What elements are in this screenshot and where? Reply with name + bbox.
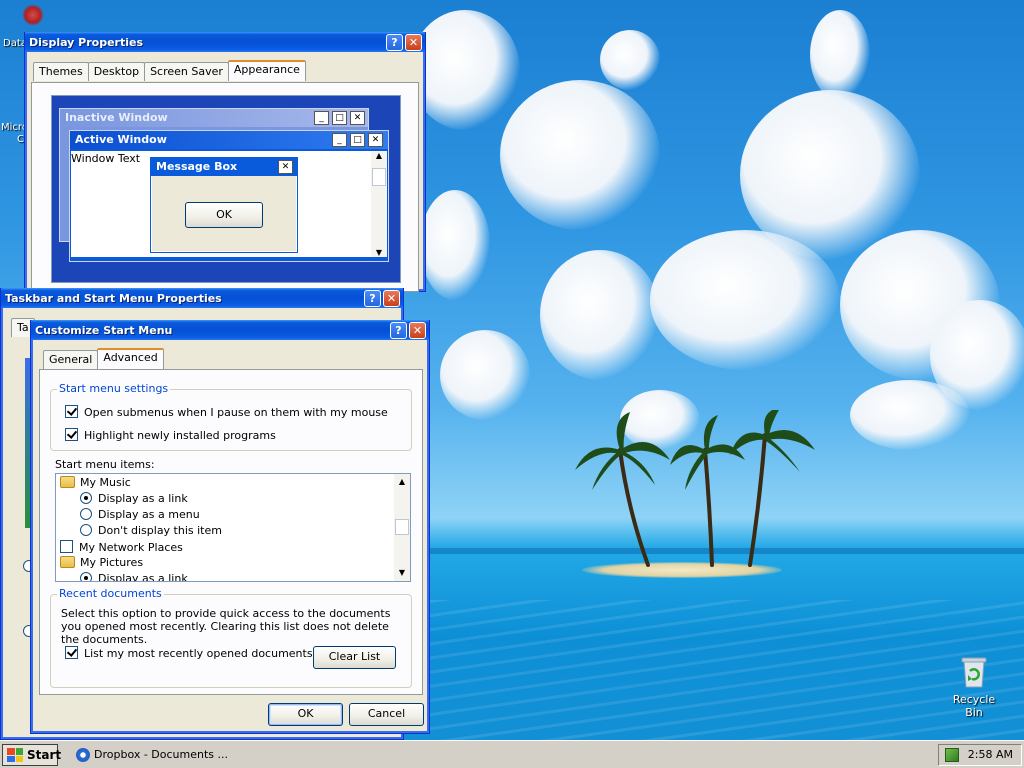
preview-close-icon: ✕: [368, 133, 383, 147]
scroll-down-icon[interactable]: ▼: [394, 565, 410, 581]
recycle-bin-icon: [959, 655, 989, 689]
open-submenus-checkbox[interactable]: [65, 405, 78, 418]
network-icon[interactable]: [945, 748, 959, 762]
start-menu-items-list[interactable]: My Music Display as a link Display as a …: [55, 473, 411, 582]
checkbox[interactable]: [60, 540, 73, 553]
clear-list-button[interactable]: Clear List: [313, 646, 396, 669]
recent-documents-group: Recent documents Select this option to p…: [50, 587, 412, 688]
close-button[interactable]: ✕: [383, 290, 400, 307]
display-properties-titlebar[interactable]: Display Properties ? ✕: [25, 32, 425, 52]
tab-appearance[interactable]: Appearance: [227, 60, 306, 81]
help-button[interactable]: ?: [386, 34, 403, 51]
start-menu-settings-group: Start menu settings Open submenus when I…: [50, 382, 412, 451]
recent-description: Select this option to provide quick acce…: [61, 607, 391, 646]
close-button[interactable]: ✕: [409, 322, 426, 339]
window-title: Taskbar and Start Menu Properties: [5, 291, 222, 305]
preview-ok-button: OK: [185, 202, 263, 228]
scroll-up-icon[interactable]: ▲: [394, 474, 410, 490]
window-title: Customize Start Menu: [35, 323, 173, 337]
tab-screen-saver[interactable]: Screen Saver: [144, 62, 229, 81]
help-button[interactable]: ?: [364, 290, 381, 307]
preview-min-icon: _: [332, 133, 347, 147]
recycle-bin[interactable]: Recycle Bin: [944, 655, 1004, 719]
taskbar: Start Dropbox - Documents ... 2:58 AM: [0, 740, 1024, 768]
start-button[interactable]: Start: [2, 744, 62, 766]
group-legend: Recent documents: [57, 587, 164, 600]
preview-close-icon: ✕: [350, 111, 365, 125]
customize-start-menu-titlebar[interactable]: Customize Start Menu ? ✕: [31, 320, 429, 340]
list-item[interactable]: My Pictures: [60, 556, 143, 569]
list-recent-option[interactable]: List my most recently opened documents: [65, 646, 313, 660]
list-scrollbar[interactable]: ▲ ▼: [394, 474, 410, 581]
list-recent-label: List my most recently opened documents: [84, 647, 313, 660]
preview-close-icon: ✕: [278, 160, 293, 174]
open-submenus-label: Open submenus when I pause on them with …: [84, 406, 388, 419]
appearance-panel: Inactive Window _ □ ✕ Active Window _ □ …: [31, 82, 419, 292]
list-item[interactable]: Don't display this item: [80, 524, 222, 537]
radio-button[interactable]: [80, 508, 92, 520]
help-button[interactable]: ?: [390, 322, 407, 339]
list-item[interactable]: Display as a link: [80, 572, 188, 581]
preview-window-text: Window Text: [71, 152, 141, 165]
clock[interactable]: 2:58 AM: [968, 748, 1013, 761]
list-item[interactable]: My Music: [60, 476, 131, 489]
highlight-new-label: Highlight newly installed programs: [84, 429, 276, 442]
tab-themes[interactable]: Themes: [33, 62, 89, 81]
taskbar-item-dropbox[interactable]: Dropbox - Documents ...: [74, 744, 238, 766]
windows-logo-icon: [7, 748, 23, 762]
close-button[interactable]: ✕: [405, 34, 422, 51]
start-menu-items-label: Start menu items:: [55, 458, 155, 471]
customize-start-menu-window: Customize Start Menu ? ✕ General Advance…: [30, 320, 430, 734]
palm-trees: [575, 410, 815, 567]
advanced-panel: Start menu settings Open submenus when I…: [39, 369, 423, 695]
tab-advanced[interactable]: Advanced: [97, 348, 164, 369]
browser-icon: [76, 748, 90, 762]
appearance-preview: Inactive Window _ □ ✕ Active Window _ □ …: [51, 95, 401, 283]
display-properties-window: Display Properties ? ✕ Themes Desktop Sc…: [24, 32, 426, 292]
preview-max-icon: □: [350, 133, 365, 147]
radio-button[interactable]: [80, 524, 92, 536]
preview-message-box: Message Box ✕ OK: [150, 157, 298, 253]
radio-button[interactable]: [80, 492, 92, 504]
preview-max-icon: □: [332, 111, 347, 125]
highlight-new-checkbox[interactable]: [65, 428, 78, 441]
system-tray: 2:58 AM: [938, 744, 1022, 766]
folder-icon: [60, 476, 75, 488]
preview-active-window: Active Window _ □ ✕ Window Text ▲ ▼ Mess…: [69, 130, 389, 262]
list-item[interactable]: My Network Places: [60, 540, 183, 554]
tab-desktop[interactable]: Desktop: [87, 62, 146, 81]
scroll-thumb[interactable]: [395, 519, 409, 535]
recycle-bin-label: Recycle Bin: [952, 693, 996, 719]
shortcut-icon[interactable]: [22, 4, 44, 26]
ok-button[interactable]: OK: [268, 703, 343, 726]
preview-min-icon: _: [314, 111, 329, 125]
preview-scrollbar: ▲ ▼: [371, 151, 387, 257]
taskbar-item-label: Dropbox - Documents ...: [94, 748, 229, 761]
highlight-new-option[interactable]: Highlight newly installed programs: [65, 428, 276, 442]
list-item[interactable]: Display as a link: [80, 492, 188, 505]
open-submenus-option[interactable]: Open submenus when I pause on them with …: [65, 405, 388, 419]
folder-icon: [60, 556, 75, 568]
start-label: Start: [27, 748, 62, 762]
cancel-button[interactable]: Cancel: [349, 703, 424, 726]
radio-button[interactable]: [80, 572, 92, 581]
tab-general[interactable]: General: [43, 350, 99, 369]
desktop-icon-label[interactable]: C: [17, 134, 24, 145]
window-title: Display Properties: [29, 35, 144, 49]
taskbar-properties-titlebar[interactable]: Taskbar and Start Menu Properties ? ✕: [1, 288, 403, 308]
preview-message-box-title: Message Box: [151, 158, 297, 176]
list-recent-checkbox[interactable]: [65, 646, 78, 659]
group-legend: Start menu settings: [57, 382, 171, 395]
list-item[interactable]: Display as a menu: [80, 508, 200, 521]
